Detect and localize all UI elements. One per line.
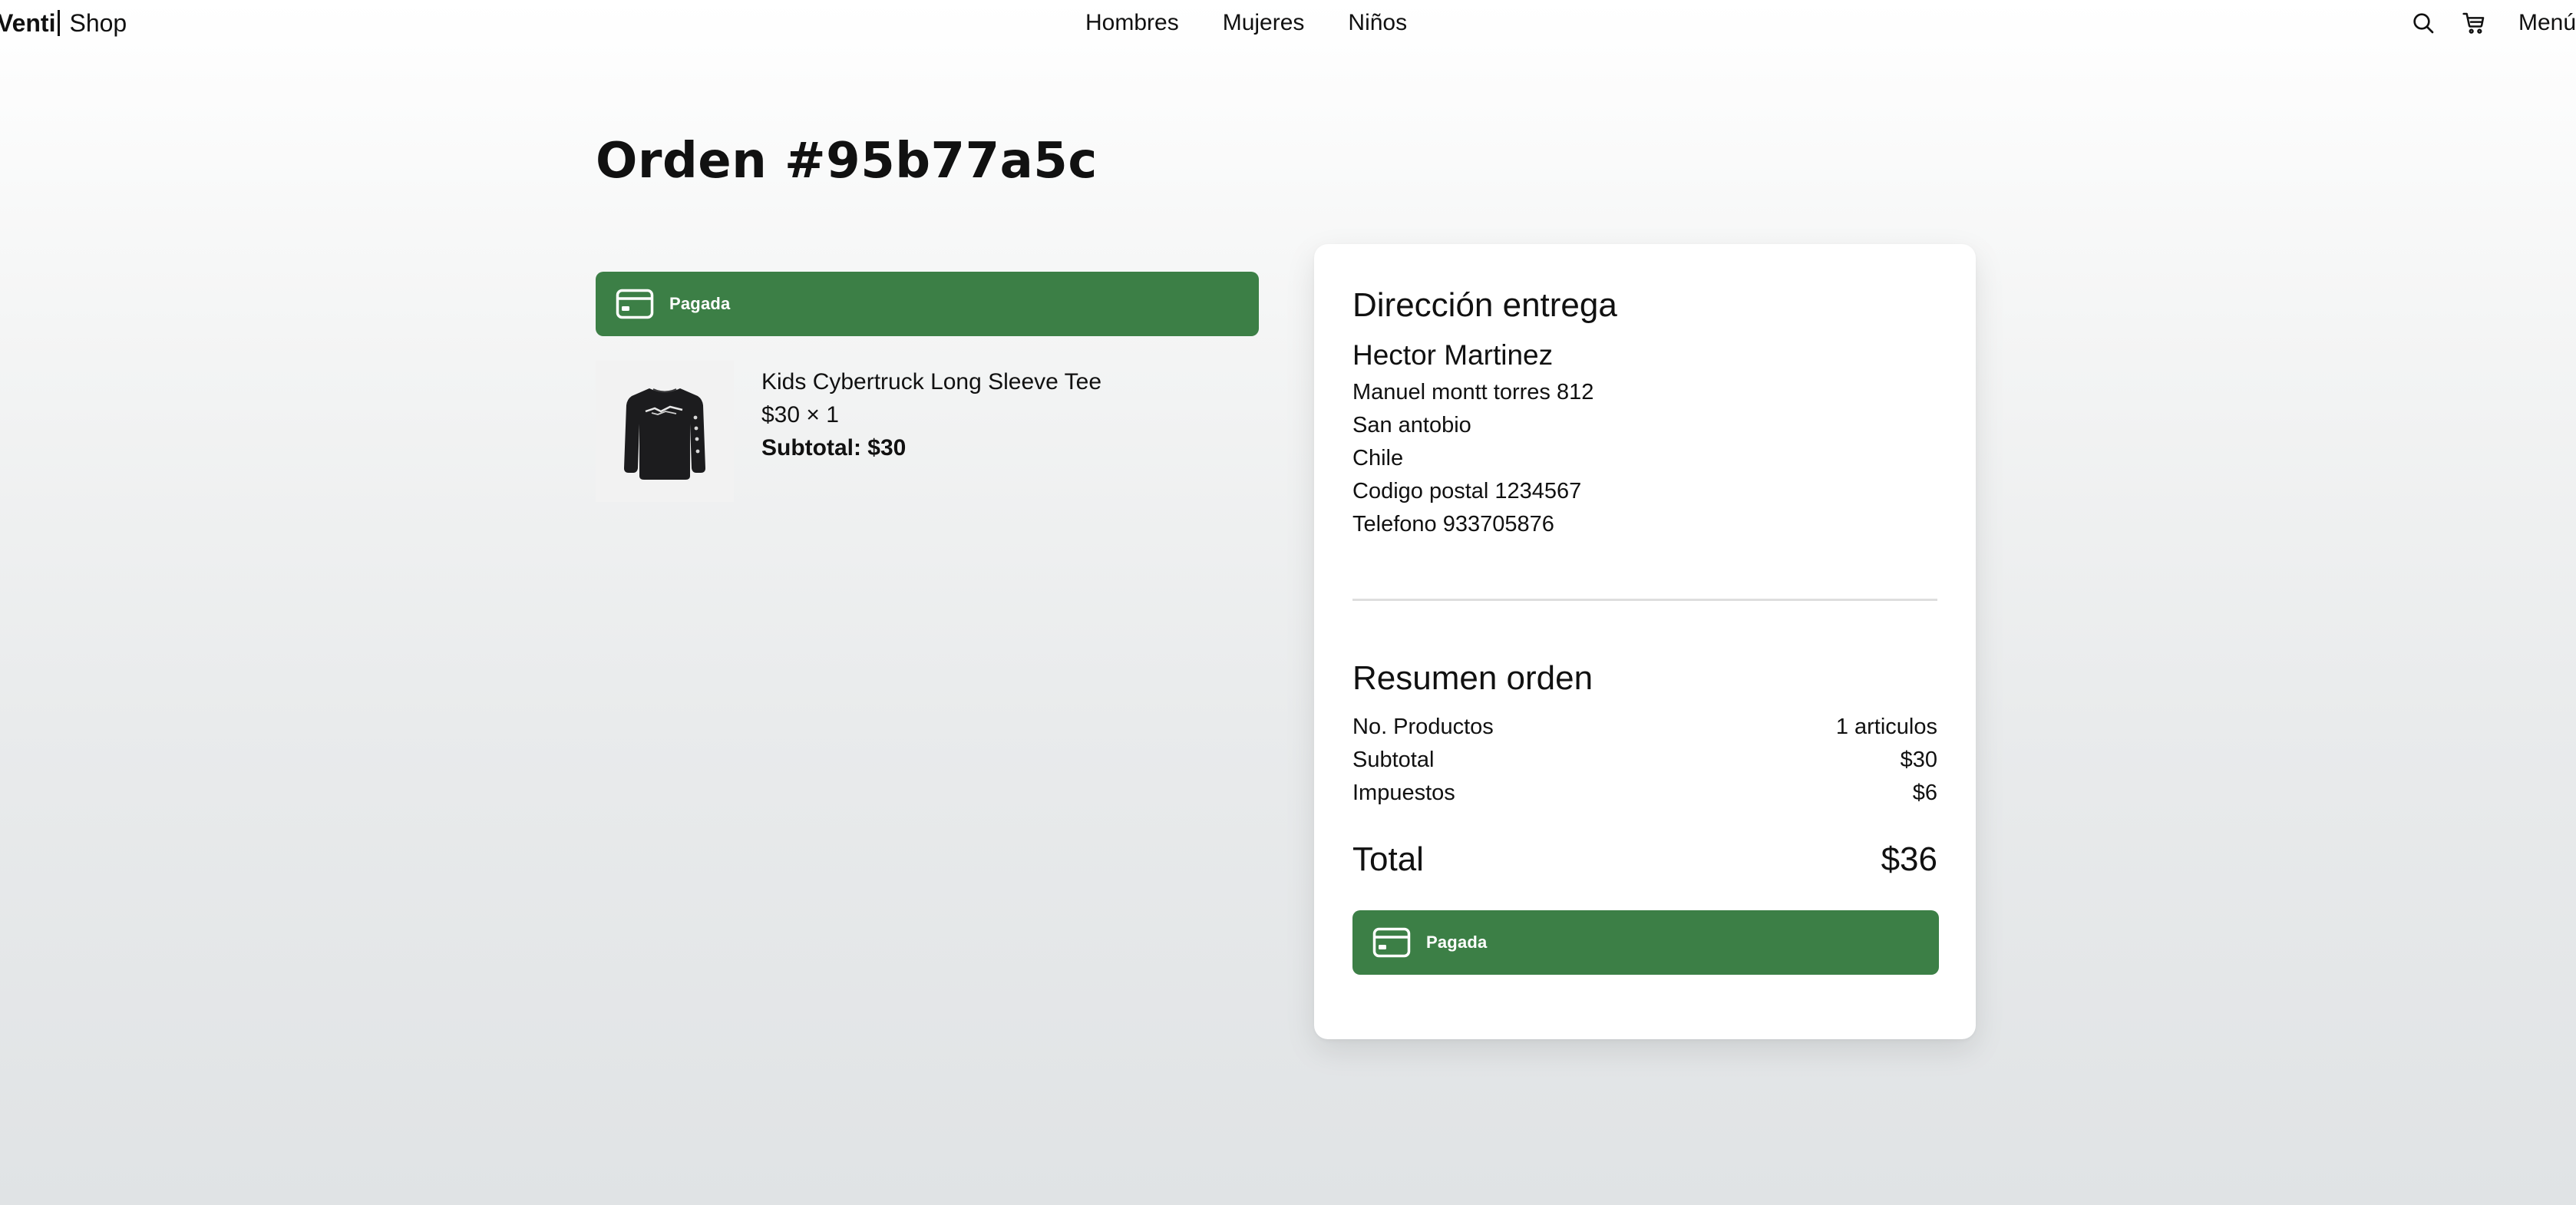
nav-link-ninos[interactable]: Niños	[1348, 8, 1407, 38]
address-postal-code: Codigo postal 1234567	[1352, 479, 1582, 503]
payment-status-label: Pagada	[1426, 933, 1488, 952]
product-image[interactable]	[596, 361, 734, 502]
divider	[1352, 599, 1937, 601]
product-info: Kids Cybertruck Long Sleeve Tee $30 × 1 …	[761, 365, 1101, 464]
summary-heading: Resumen orden	[1352, 659, 1593, 697]
total-row: Total $36	[1352, 838, 1937, 881]
summary-row-label: Impuestos	[1352, 781, 1455, 805]
page-title: Orden #95b77a5c	[596, 133, 1098, 190]
menu-button[interactable]: Menú	[2518, 8, 2576, 38]
order-item: Kids Cybertruck Long Sleeve Tee $30 × 1 …	[596, 361, 1259, 502]
summary-row-taxes: Impuestos $6	[1352, 777, 1937, 810]
address-street: Manuel montt torres 812	[1352, 380, 1594, 404]
product-price-quantity: $30 × 1	[761, 402, 839, 428]
summary-row-value: 1 articulos	[1835, 715, 1937, 739]
summary-row-label: No. Productos	[1352, 715, 1494, 739]
brand-logo[interactable]: Venti Shop	[0, 8, 127, 38]
top-navigation: Venti Shop Hombres Mujeres Niños Menú	[0, 0, 2576, 46]
order-summary-card: Dirección entrega Hector Martinez Manuel…	[1314, 244, 1976, 1039]
payment-status-badge: Pagada	[596, 272, 1259, 336]
credit-card-icon	[616, 289, 654, 319]
summary-rows: No. Productos 1 articulos Subtotal $30 I…	[1352, 711, 1937, 810]
customer-name: Hector Martinez	[1352, 339, 1554, 371]
summary-row-label: Subtotal	[1352, 748, 1435, 772]
nav-actions: Menú	[2409, 6, 2576, 40]
summary-row-subtotal: Subtotal $30	[1352, 744, 1937, 777]
address-city: San antobio	[1352, 413, 1471, 437]
search-icon[interactable]	[2409, 9, 2437, 37]
credit-card-icon	[1372, 927, 1411, 958]
total-value: $36	[1881, 840, 1937, 878]
address-country: Chile	[1352, 446, 1404, 470]
delivery-heading: Dirección entrega	[1352, 286, 1617, 324]
nav-link-hombres[interactable]: Hombres	[1085, 8, 1179, 38]
summary-row-value: $30	[1900, 748, 1937, 772]
delivery-address: Manuel montt torres 812 San antobio Chil…	[1352, 376, 1593, 541]
product-subtotal: Subtotal: $30	[761, 435, 907, 461]
category-nav: Hombres Mujeres Niños	[1085, 8, 1407, 38]
cart-icon[interactable]	[2460, 9, 2488, 37]
brand-separator	[58, 10, 61, 36]
payment-status-badge: Pagada	[1352, 910, 1939, 975]
brand-name: Venti	[0, 9, 56, 37]
brand-suffix: Shop	[69, 9, 127, 37]
address-phone: Telefono 933705876	[1352, 512, 1554, 536]
payment-status-label: Pagada	[669, 294, 731, 313]
summary-row-value: $6	[1912, 781, 1937, 805]
product-name[interactable]: Kids Cybertruck Long Sleeve Tee	[761, 365, 1101, 398]
nav-link-mujeres[interactable]: Mujeres	[1223, 8, 1305, 38]
total-label: Total	[1352, 840, 1424, 878]
summary-row-products: No. Productos 1 articulos	[1352, 711, 1937, 744]
